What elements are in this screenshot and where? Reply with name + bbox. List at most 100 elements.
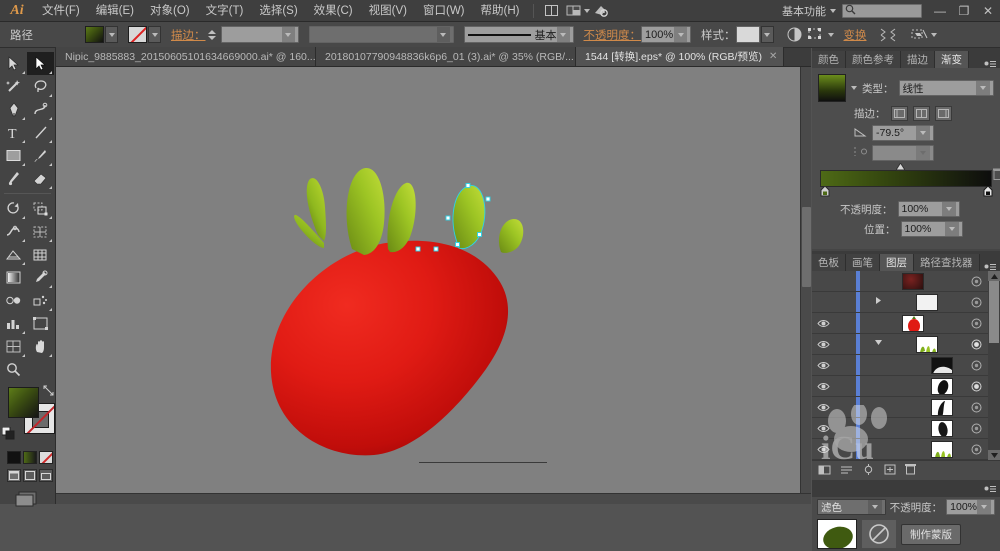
tool-eyedropper[interactable]: [27, 266, 54, 289]
tool-paintbrush[interactable]: [27, 144, 54, 167]
gradient-ramp[interactable]: [820, 170, 992, 187]
graphic-style-swatch[interactable]: [735, 26, 760, 43]
gradient-opacity-field[interactable]: 100%: [897, 201, 960, 217]
tool-perspective-grid[interactable]: [0, 243, 27, 266]
menu-object[interactable]: 对象(O): [142, 0, 198, 22]
screen-mode-icon[interactable]: [562, 0, 584, 22]
visibility-icon[interactable]: [812, 382, 834, 391]
panel-menu-icon[interactable]: [980, 262, 1000, 271]
chevron-down-icon[interactable]: [930, 32, 937, 37]
chevron-down-icon[interactable]: [916, 126, 930, 140]
tool-lasso[interactable]: [27, 75, 54, 98]
table-row[interactable]: [812, 397, 1000, 418]
tab-layers[interactable]: 图层: [880, 254, 914, 271]
menu-edit[interactable]: 编辑(E): [88, 0, 142, 22]
table-row[interactable]: [812, 376, 1000, 397]
style-dropdown-icon[interactable]: [760, 26, 774, 43]
layer-thumbnail[interactable]: [902, 314, 924, 332]
tool-artboard[interactable]: [27, 312, 54, 335]
object-thumbnail[interactable]: [817, 519, 857, 549]
table-row[interactable]: [812, 292, 1000, 313]
fullscreen-menubar-mode-icon[interactable]: [23, 469, 37, 482]
gradient-preview-swatch[interactable]: [818, 74, 846, 102]
tab-color-guide[interactable]: 颜色参考: [846, 51, 901, 68]
opacity-field[interactable]: 100%: [641, 26, 691, 43]
stroke-weight-label[interactable]: 描边：: [171, 27, 206, 43]
tab-color[interactable]: 颜色: [812, 51, 846, 68]
gradient-stop-start[interactable]: [820, 185, 830, 197]
transparency-opacity-field[interactable]: 100%: [946, 499, 995, 515]
none-button[interactable]: [39, 451, 53, 464]
brush-definition-field[interactable]: 基本: [463, 26, 574, 43]
transform-label[interactable]: 变换: [844, 27, 867, 43]
layers-list[interactable]: [812, 271, 1000, 460]
fill-color-swatch[interactable]: [85, 26, 104, 43]
table-row[interactable]: [812, 439, 1000, 460]
strawberry-body[interactable]: [270, 240, 509, 456]
search-input[interactable]: [842, 3, 922, 18]
tool-magic-wand[interactable]: [0, 75, 27, 98]
bridge-icon[interactable]: [590, 0, 612, 22]
menu-file[interactable]: 文件(F): [34, 0, 88, 22]
canvas-vertical-scrollbar[interactable]: [800, 67, 811, 504]
target-icon[interactable]: [966, 276, 986, 287]
layer-thumbnail[interactable]: [931, 356, 953, 374]
chevron-down-icon[interactable]: [556, 27, 570, 42]
change-screen-mode-button[interactable]: [0, 490, 55, 508]
menu-window[interactable]: 窗口(W): [415, 0, 473, 22]
target-icon[interactable]: [966, 444, 986, 455]
menu-view[interactable]: 视图(V): [361, 0, 415, 22]
chevron-down-icon[interactable]: [281, 27, 295, 42]
menu-select[interactable]: 选择(S): [251, 0, 305, 22]
chevron-down-icon[interactable]: [976, 81, 990, 95]
tool-column-graph[interactable]: [0, 312, 27, 335]
target-icon[interactable]: [966, 360, 986, 371]
close-button[interactable]: ✕: [976, 0, 1000, 22]
align-icon[interactable]: [877, 24, 899, 46]
stroke-gradient-within-icon[interactable]: [890, 106, 908, 121]
visibility-icon[interactable]: [812, 445, 834, 454]
tool-zoom[interactable]: [0, 358, 27, 381]
default-fill-stroke-icon[interactable]: [1, 426, 15, 443]
chevron-down-icon[interactable]: [941, 202, 956, 216]
tool-scale[interactable]: [27, 197, 54, 220]
tool-width[interactable]: [0, 220, 27, 243]
visibility-icon[interactable]: [812, 424, 834, 433]
target-icon[interactable]: [966, 381, 986, 392]
tool-mesh[interactable]: [27, 243, 54, 266]
canvas-area[interactable]: [56, 67, 811, 504]
doc-tab-2[interactable]: 20180107790948836k6p6_01 (3).ai* @ 35% (…: [316, 47, 589, 66]
target-icon[interactable]: [966, 297, 986, 308]
target-icon[interactable]: [966, 339, 986, 350]
layer-thumbnail[interactable]: [916, 335, 938, 353]
collapse-triangle-icon[interactable]: [874, 338, 883, 350]
chevron-down-icon[interactable]: [944, 222, 959, 236]
tool-gradient[interactable]: [0, 266, 27, 289]
fill-dropdown-icon[interactable]: [105, 26, 118, 43]
tab-pathfinder[interactable]: 路径查找器: [914, 254, 980, 271]
target-icon[interactable]: [966, 402, 986, 413]
tool-blob-brush[interactable]: [0, 167, 27, 190]
target-icon[interactable]: [966, 423, 986, 434]
layer-thumbnail[interactable]: [916, 293, 938, 311]
visibility-icon[interactable]: [812, 340, 834, 349]
swap-fill-stroke-icon[interactable]: [43, 385, 54, 399]
panel-menu-icon[interactable]: [980, 59, 1000, 68]
layer-thumbnail[interactable]: [931, 419, 953, 437]
layer-thumbnail[interactable]: [931, 440, 953, 458]
select-similar-icon[interactable]: [806, 24, 828, 46]
target-icon[interactable]: [966, 318, 986, 329]
layers-scrollbar[interactable]: [988, 271, 1000, 460]
stroke-dropdown-icon[interactable]: [148, 26, 161, 43]
tab-brushes[interactable]: 画笔: [846, 254, 880, 271]
tab-stroke[interactable]: 描边: [901, 51, 935, 68]
visibility-icon[interactable]: [812, 319, 834, 328]
tool-slice[interactable]: [0, 335, 27, 358]
delete-layer-icon[interactable]: [905, 463, 916, 478]
opacity-mask-icon[interactable]: [784, 24, 806, 46]
tool-rectangle[interactable]: [0, 144, 27, 167]
tool-rotate[interactable]: [0, 197, 27, 220]
stroke-gradient-along-icon[interactable]: [912, 106, 930, 121]
chevron-down-icon[interactable]: [867, 500, 882, 514]
gradient-aspect-field[interactable]: [872, 145, 934, 161]
